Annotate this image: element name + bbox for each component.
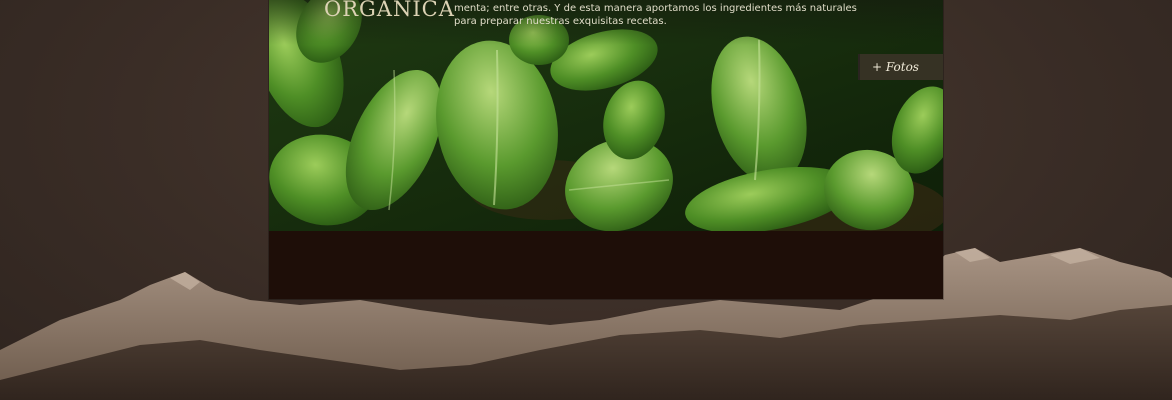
basil-leaves-image — [269, 0, 943, 231]
hero-description: menta; entre otras. Y de esta manera apo… — [454, 3, 857, 27]
content-panel: ORGANICA menta; entre otras. Y de esta m… — [269, 0, 943, 299]
photos-link[interactable]: + Fotos — [858, 54, 943, 80]
page: ORGANICA menta; entre otras. Y de esta m… — [0, 0, 1172, 400]
page-title: ORGANICA — [324, 0, 455, 21]
hero-image: ORGANICA menta; entre otras. Y de esta m… — [269, 0, 943, 231]
